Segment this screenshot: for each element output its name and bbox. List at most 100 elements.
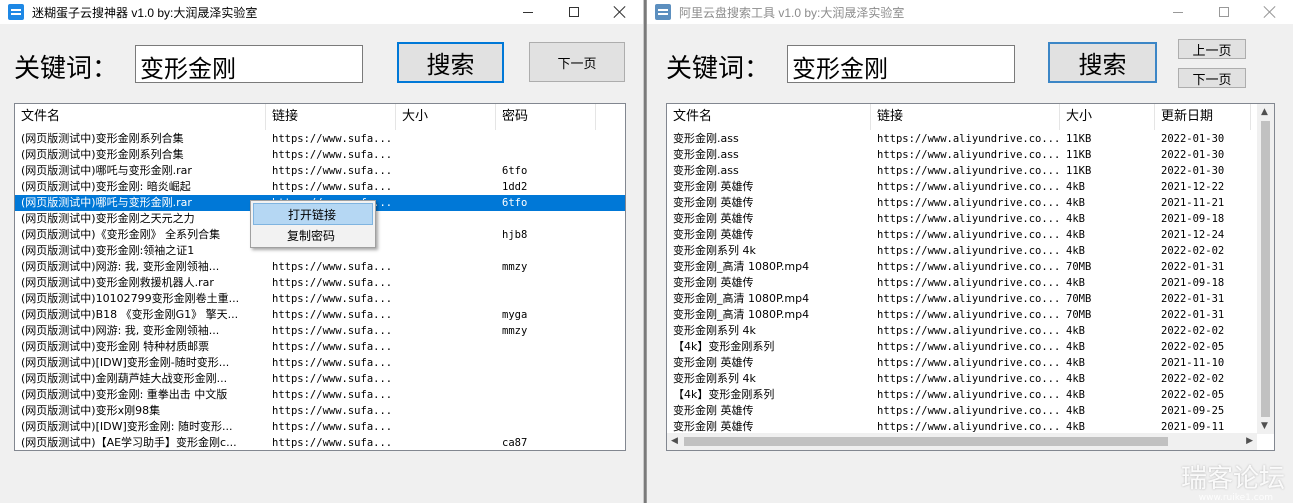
table-cell: 4kB — [1066, 181, 1085, 193]
maximize-button[interactable] — [551, 0, 597, 24]
table-row[interactable]: 【4k】变形金刚系列 https://www.aliyundrive.co... 4… — [667, 387, 1274, 403]
minimize-button[interactable] — [505, 0, 551, 24]
table-row[interactable]: 变形金刚系列 4k https://www.aliyundrive.co... 4k… — [667, 371, 1274, 387]
table-row[interactable]: 变形金刚 英雄传 https://www.aliyundrive.co... 4kB… — [667, 211, 1274, 227]
minimize-icon — [523, 11, 533, 13]
column-header[interactable]: 链接 — [871, 104, 1060, 130]
table-cell: 变形金刚系列 4k — [673, 372, 756, 385]
search-button[interactable]: 搜索 — [397, 42, 504, 83]
table-cell: (网页版测试中)[IDW]变形金刚: 随时变形... — [21, 420, 233, 433]
table-cell: 2022-01-30 — [1161, 149, 1225, 161]
table-row[interactable]: (网页版测试中)[IDW]变形金刚-随时变形... https://www.suf… — [15, 355, 625, 371]
minimize-button[interactable] — [1155, 0, 1201, 24]
table-row[interactable]: 变形金刚 英雄传 https://www.aliyundrive.co... 4kB… — [667, 355, 1274, 371]
table-row[interactable]: (网页版测试中)网游: 我, 变形金刚领袖... https://www.sufa… — [15, 323, 625, 339]
table-row[interactable]: 变形金刚 英雄传 https://www.aliyundrive.co... 4kB… — [667, 195, 1274, 211]
results-list[interactable]: 文件名 链接 大小 更新日期 变形金刚.ass https://www.aliyundr… — [666, 103, 1275, 451]
table-cell: 2022-02-02 — [1161, 245, 1225, 257]
table-cell: 变形金刚 英雄传 — [673, 276, 754, 289]
close-button[interactable] — [1247, 0, 1293, 24]
table-cell: 11KB — [1066, 133, 1092, 145]
column-header[interactable]: 更新日期 — [1155, 104, 1251, 130]
maximize-icon — [1219, 7, 1229, 17]
horizontal-scroll-thumb[interactable] — [684, 437, 1168, 446]
table-row[interactable]: 变形金刚系列 4k https://www.aliyundrive.co... 4k… — [667, 323, 1274, 339]
table-cell: https://www.sufa... — [272, 357, 393, 369]
vertical-scroll-thumb[interactable] — [1261, 121, 1270, 417]
table-row[interactable]: 变形金刚_高清 1080P.mp4 https://www.aliyundrive… — [667, 291, 1274, 307]
table-row[interactable]: (网页版测试中)变形金刚系列合集 https://www.sufa... — [15, 131, 625, 147]
table-cell — [496, 371, 596, 387]
table-cell — [496, 387, 596, 403]
table-row[interactable]: (网页版测试中)变形x刚98集 https://www.sufa... — [15, 403, 625, 419]
table-cell: (网页版测试中)金刚葫芦娃大战变形金刚... — [21, 372, 228, 385]
list-body: 变形金刚.ass https://www.aliyundrive.co... 11K… — [667, 131, 1274, 435]
table-cell — [396, 435, 496, 450]
column-header[interactable]: 文件名 — [15, 104, 266, 130]
table-row[interactable]: 变形金刚 英雄传 https://www.aliyundrive.co... 4kB… — [667, 179, 1274, 195]
table-cell: https://www.aliyundrive.co... — [877, 197, 1060, 209]
column-header[interactable]: 大小 — [1060, 104, 1155, 130]
menu-item-open-link[interactable]: 打开链接 — [253, 203, 373, 225]
table-row[interactable]: 变形金刚 英雄传 https://www.aliyundrive.co... 4kB… — [667, 275, 1274, 291]
table-row[interactable]: (网页版测试中)10102799变形金刚卷土重... https://www.su… — [15, 291, 625, 307]
table-row[interactable]: 变形金刚_高清 1080P.mp4 https://www.aliyundrive… — [667, 259, 1274, 275]
table-row[interactable]: 变形金刚系列 4k https://www.aliyundrive.co... 4k… — [667, 243, 1274, 259]
table-cell: myga — [502, 309, 528, 321]
table-cell: 2022-02-02 — [1161, 373, 1225, 385]
maximize-button[interactable] — [1201, 0, 1247, 24]
minimize-icon — [1173, 11, 1183, 13]
table-cell: 4kB — [1066, 357, 1085, 369]
keyword-input[interactable]: 变形金刚 — [135, 45, 363, 83]
table-cell: https://www.sufa... — [272, 437, 393, 449]
table-row[interactable]: (网页版测试中)哪吒与变形金刚.rar https://www.sufa... 6t… — [15, 163, 625, 179]
prev-page-button[interactable]: 上一页 — [1178, 39, 1246, 59]
results-list[interactable]: 文件名 链接 大小 密码 (网页版测试中)变形金刚系列合集 https://www.su… — [14, 103, 626, 451]
table-row[interactable]: (网页版测试中)变形金刚: 重拳出击 中文版 https://www.sufa..… — [15, 387, 625, 403]
table-row[interactable]: 变形金刚_高清 1080P.mp4 https://www.aliyundrive… — [667, 307, 1274, 323]
table-row[interactable]: 变形金刚 英雄传 https://www.aliyundrive.co... 4kB… — [667, 403, 1274, 419]
table-cell — [396, 339, 496, 355]
column-header[interactable]: 链接 — [266, 104, 396, 130]
table-row[interactable]: 【4k】变形金刚系列 https://www.aliyundrive.co... 4… — [667, 339, 1274, 355]
column-header[interactable]: 大小 — [396, 104, 496, 130]
next-page-button[interactable]: 下一页 — [1178, 68, 1246, 88]
table-row[interactable]: (网页版测试中)网游: 我, 变形金刚领袖... https://www.sufa… — [15, 259, 625, 275]
table-row[interactable]: 变形金刚.ass https://www.aliyundrive.co... 11K… — [667, 163, 1274, 179]
table-cell: (网页版测试中)《变形金刚》 全系列合集 — [21, 228, 221, 241]
table-cell: https://www.sufa... — [272, 309, 393, 321]
table-cell: (网页版测试中)变形金刚系列合集 — [21, 148, 184, 161]
table-row[interactable]: (网页版测试中)B18 《变形金刚G1》 擎天... https://www.su… — [15, 307, 625, 323]
table-cell: 变形金刚_高清 1080P.mp4 — [673, 292, 810, 305]
column-header[interactable]: 文件名 — [667, 104, 871, 130]
table-row[interactable]: (网页版测试中)【AE学习助手】变形金刚c... https://www.sufa… — [15, 435, 625, 450]
table-row[interactable]: (网页版测试中)变形金刚系列合集 https://www.sufa... — [15, 147, 625, 163]
table-cell: 70MB — [1066, 309, 1092, 321]
table-cell: 4kB — [1066, 213, 1085, 225]
next-page-button[interactable]: 下一页 — [529, 42, 625, 82]
close-button[interactable] — [597, 0, 643, 24]
table-cell: https://www.aliyundrive.co... — [877, 165, 1060, 177]
horizontal-scrollbar[interactable]: ◀ ▶ — [667, 433, 1257, 450]
table-row[interactable]: (网页版测试中)[IDW]变形金刚: 随时变形... https://www.su… — [15, 419, 625, 435]
table-cell: (网页版测试中)变形金刚: 重拳出击 中文版 — [21, 388, 228, 401]
keyword-input[interactable]: 变形金刚 — [787, 45, 1015, 83]
table-row[interactable]: 变形金刚.ass https://www.aliyundrive.co... 11K… — [667, 147, 1274, 163]
table-cell: 变形金刚 英雄传 — [673, 404, 754, 417]
vertical-scrollbar[interactable]: ▲ ▼ — [1257, 104, 1274, 434]
table-row[interactable]: (网页版测试中)变形金刚: 暗炎崛起 https://www.sufa... 1dd… — [15, 179, 625, 195]
table-cell — [396, 371, 496, 387]
table-cell — [396, 259, 496, 275]
table-row[interactable]: (网页版测试中)变形金刚救援机器人.rar https://www.sufa... — [15, 275, 625, 291]
table-row[interactable]: (网页版测试中)变形金刚 特种材质邮票 https://www.sufa... — [15, 339, 625, 355]
scroll-down-icon: ▼ — [1261, 421, 1268, 431]
menu-item-copy-password[interactable]: 复制密码 — [253, 225, 373, 247]
table-row[interactable]: (网页版测试中)金刚葫芦娃大战变形金刚... https://www.sufa..… — [15, 371, 625, 387]
table-cell: https://www.sufa... — [272, 341, 393, 353]
table-row[interactable]: 变形金刚.ass https://www.aliyundrive.co... 11K… — [667, 131, 1274, 147]
table-cell: 变形金刚系列 4k — [673, 244, 756, 257]
search-button[interactable]: 搜索 — [1048, 42, 1157, 83]
column-header[interactable]: 密码 — [496, 104, 596, 130]
table-row[interactable]: 变形金刚 英雄传 https://www.aliyundrive.co... 4kB… — [667, 227, 1274, 243]
table-cell: (网页版测试中)[IDW]变形金刚-随时变形... — [21, 356, 230, 369]
